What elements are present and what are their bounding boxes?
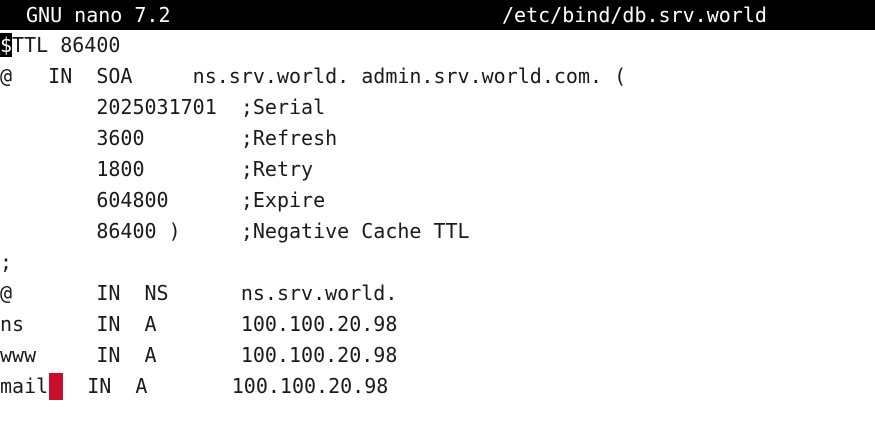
line-8-text: ; <box>0 250 13 274</box>
line-1-text: TTL 86400 <box>12 33 121 57</box>
text-cursor: $ <box>0 33 13 57</box>
editor-area[interactable]: $TTL 86400 @ IN SOA ns.srv.world. admin.… <box>0 30 875 402</box>
editor-line-9[interactable]: @ IN NS ns.srv.world. <box>0 278 875 309</box>
line-12-gap <box>63 374 87 398</box>
editor-line-7[interactable]: 86400 ) ;Negative Cache TTL <box>0 216 875 247</box>
editor-line-3[interactable]: 2025031701 ;Serial <box>0 92 875 123</box>
editor-line-4[interactable]: 3600 ;Refresh <box>0 123 875 154</box>
editor-line-11[interactable]: www IN A 100.100.20.98 <box>0 340 875 371</box>
line-3-text: 2025031701 ;Serial <box>0 95 326 119</box>
editor-line-2[interactable]: @ IN SOA ns.srv.world. admin.srv.world.c… <box>0 61 875 92</box>
line-2-text: @ IN SOA ns.srv.world. admin.srv.world.c… <box>0 64 627 88</box>
editor-line-6[interactable]: 604800 ;Expire <box>0 185 875 216</box>
editor-line-12[interactable]: mail IN A 100.100.20.98 <box>0 371 875 402</box>
line-10-text: ns IN A 100.100.20.98 <box>0 312 398 336</box>
line-4-text: 3600 ;Refresh <box>0 126 338 150</box>
line-6-text: 604800 ;Expire <box>0 188 326 212</box>
nano-title-bar: GNU nano 7.2 /etc/bind/db.srv.world <box>0 0 875 30</box>
editor-line-10[interactable]: ns IN A 100.100.20.98 <box>0 309 875 340</box>
editor-line-1[interactable]: $TTL 86400 <box>0 30 875 61</box>
line-12-name: mail <box>0 374 49 398</box>
error-highlight-marker <box>49 373 64 400</box>
editor-line-8[interactable]: ; <box>0 247 875 278</box>
line-11-text: www IN A 100.100.20.98 <box>0 343 398 367</box>
line-12-record: IN A 100.100.20.98 <box>87 374 389 398</box>
line-5-text: 1800 ;Retry <box>0 157 314 181</box>
file-path: /etc/bind/db.srv.world <box>502 3 767 27</box>
editor-line-5[interactable]: 1800 ;Retry <box>0 154 875 185</box>
app-version: GNU nano 7.2 <box>26 3 171 27</box>
line-9-text: @ IN NS ns.srv.world. <box>0 281 398 305</box>
line-7-text: 86400 ) ;Negative Cache TTL <box>0 219 470 243</box>
